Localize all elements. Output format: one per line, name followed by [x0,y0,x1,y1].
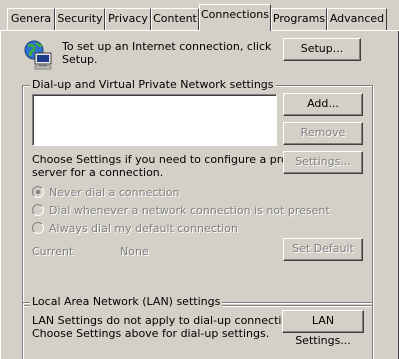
setup-button[interactable]: Setup... [283,38,361,61]
tab-security[interactable]: Security [55,8,105,30]
radio-dial-whenever-label: Dial whenever a network connection is no… [49,204,330,217]
lan-settings-group-title: Local Area Network (LAN) settings [30,295,223,308]
setup-description-line1: To set up an Internet connection, click [62,40,272,53]
tab-strip: Genera Security Privacy Content Connecti… [0,0,399,31]
settings-button[interactable]: Settings... [283,151,363,174]
radio-dial-whenever[interactable] [32,204,44,216]
set-default-button[interactable]: Set Default [283,238,363,261]
radio-always-dial-label: Always dial my default connection [49,222,238,235]
radio-never-dial[interactable] [32,186,44,198]
tab-general[interactable]: Genera [7,8,55,30]
tab-connections[interactable]: Connections [199,4,271,31]
tab-privacy[interactable]: Privacy [105,8,151,30]
settings-description-line2: server for a connection. [32,166,164,179]
tab-programs[interactable]: Programs [271,8,327,30]
connections-listbox[interactable] [32,94,277,146]
radio-selected-dot [36,190,40,194]
lan-description-line1: LAN Settings do not apply to dial-up con… [32,314,305,327]
dialup-vpn-group-title: Dial-up and Virtual Private Network sett… [30,78,276,91]
radio-always-dial[interactable] [32,222,44,234]
add-button[interactable]: Add... [283,93,363,116]
setup-description-line2: Setup. [62,53,98,66]
lan-description-line2: Choose Settings above for dial-up settin… [32,327,270,340]
tab-advanced[interactable]: Advanced [327,8,387,30]
internet-connection-icon [23,39,55,71]
connections-panel: To set up an Internet connection, click … [0,31,399,359]
current-label: Current [32,245,74,258]
remove-button[interactable]: Remove [283,122,363,145]
settings-description-line1: Choose Settings if you need to configure… [32,153,301,166]
current-value: None [120,245,149,258]
lan-settings-button[interactable]: LAN Settings... [282,310,364,347]
radio-never-dial-label: Never dial a connection [49,186,180,199]
tab-content[interactable]: Content [151,8,199,30]
